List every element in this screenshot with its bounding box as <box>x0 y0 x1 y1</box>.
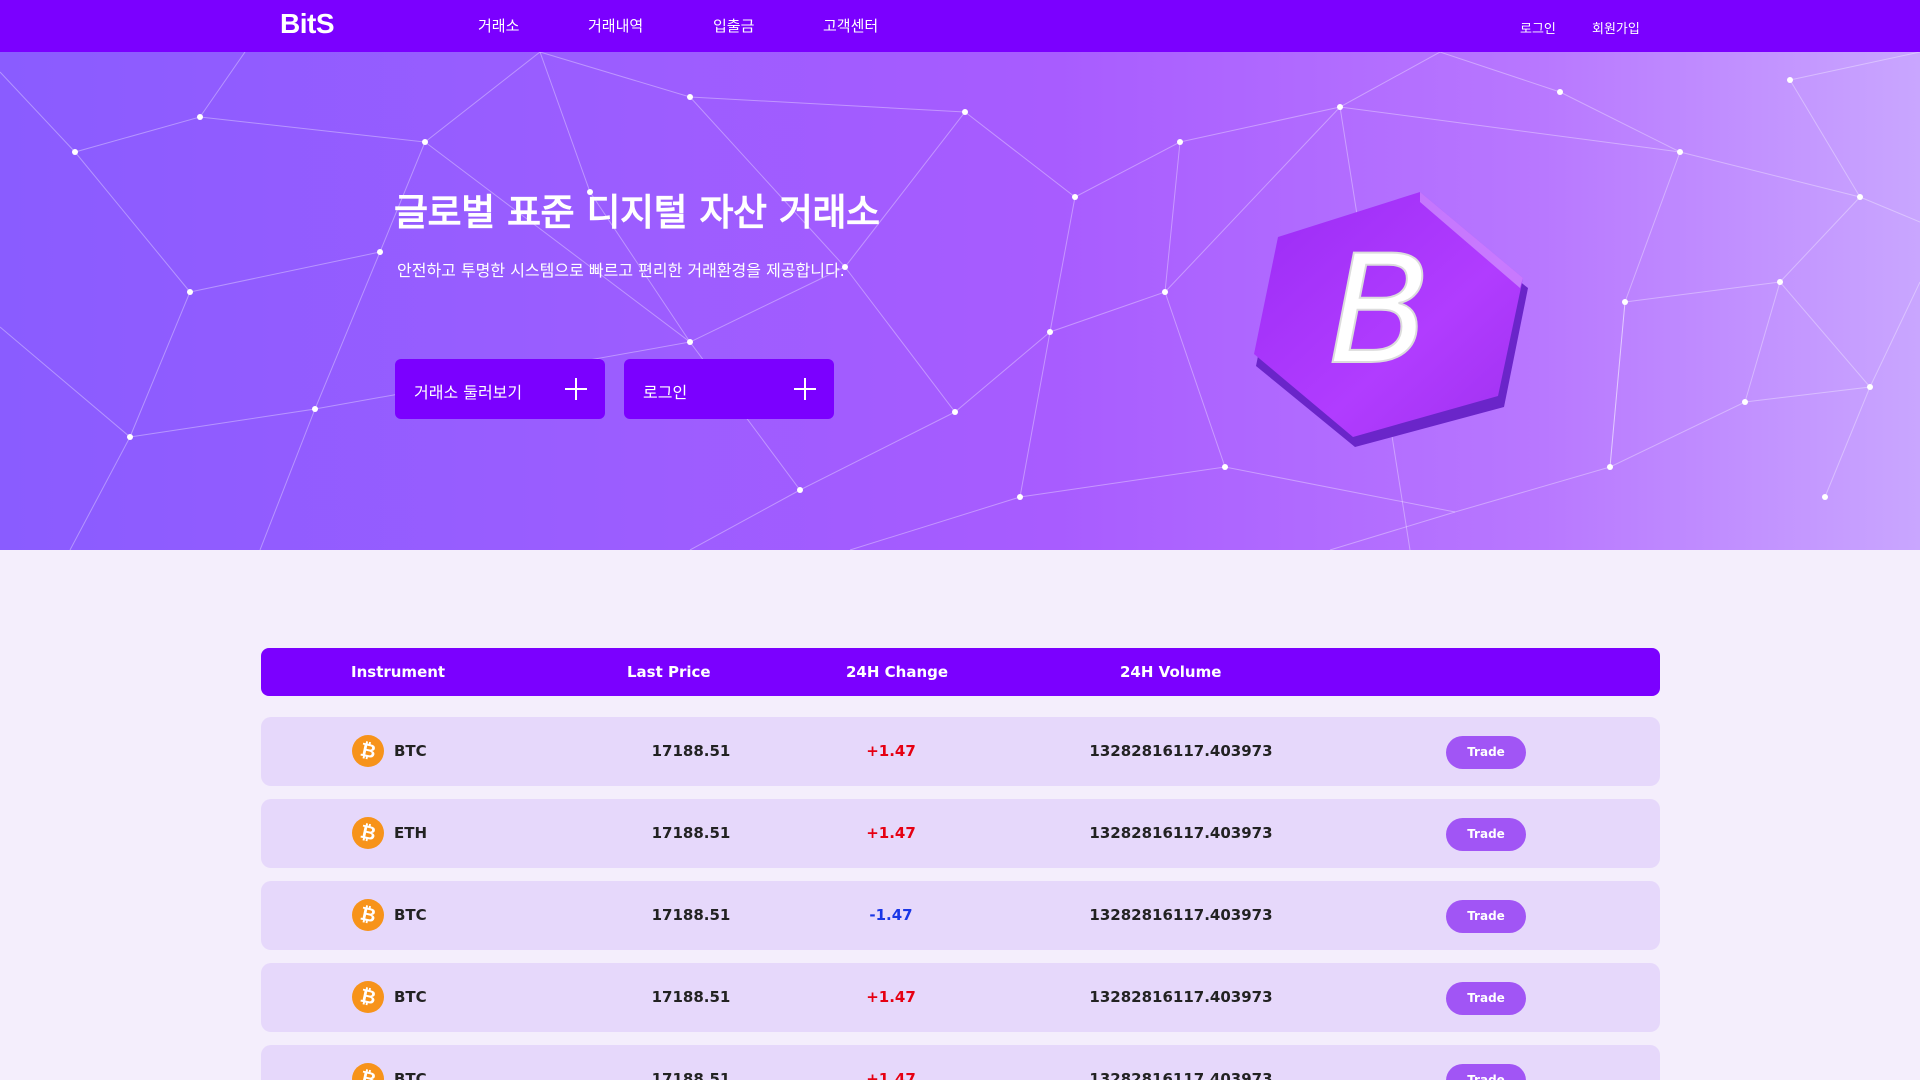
explore-exchange-button[interactable]: 거래소 둘러보기 <box>395 359 605 419</box>
row-price: 17188.51 <box>651 824 731 842</box>
login-link[interactable]: 로그인 <box>1520 18 1556 37</box>
trade-button[interactable]: Trade <box>1446 818 1526 851</box>
row-change: +1.47 <box>866 742 916 760</box>
bits-logo[interactable]: BitS <box>280 8 335 40</box>
badge-letter: B <box>1329 224 1432 398</box>
table-row[interactable]: ₿ BTC 17188.51 +1.47 13282816117.403973 … <box>261 1045 1660 1080</box>
row-price: 17188.51 <box>651 906 731 924</box>
trade-button[interactable]: Trade <box>1446 900 1526 933</box>
plus-icon <box>794 378 816 400</box>
bitcoin-icon: ₿ <box>352 817 384 849</box>
table-row[interactable]: ₿ ETH 17188.51 +1.47 13282816117.403973 … <box>261 799 1660 868</box>
bitcoin-icon: ₿ <box>352 1063 384 1080</box>
hero-subtitle: 안전하고 투명한 시스템으로 빠르고 편리한 거래환경을 제공합니다. <box>397 261 845 280</box>
hero-login-label: 로그인 <box>643 383 688 402</box>
hero-banner: 글로벌 표준 디지털 자산 거래소 안전하고 투명한 시스템으로 빠르고 편리한… <box>0 52 1920 550</box>
top-navbar: BitS 거래소 거래내역 입출금 고객센터 로그인 회원가입 <box>0 0 1920 52</box>
row-symbol: BTC <box>394 1070 427 1080</box>
col-24h-change: 24H Change <box>846 663 949 681</box>
table-row[interactable]: ₿ BTC 17188.51 -1.47 13282816117.403973 … <box>261 881 1660 950</box>
bitcoin-icon: ₿ <box>352 899 384 931</box>
signup-link[interactable]: 회원가입 <box>1592 18 1640 37</box>
nav-support[interactable]: 고객센터 <box>823 15 878 36</box>
table-row[interactable]: ₿ BTC 17188.51 +1.47 13282816117.403973 … <box>261 963 1660 1032</box>
network-background <box>0 52 1920 550</box>
row-price: 17188.51 <box>651 988 731 1006</box>
col-instrument: Instrument <box>351 663 446 681</box>
row-volume: 13282816117.403973 <box>1089 742 1273 760</box>
bitcoin-icon: ₿ <box>352 735 384 767</box>
row-volume: 13282816117.403973 <box>1089 988 1273 1006</box>
row-symbol: ETH <box>394 824 428 842</box>
table-row[interactable]: ₿ BTC 17188.51 +1.47 13282816117.403973 … <box>261 717 1660 786</box>
row-change: +1.47 <box>866 1070 916 1080</box>
row-price: 17188.51 <box>651 1070 731 1080</box>
bitcoin-icon: ₿ <box>352 981 384 1013</box>
hero-title: 글로벌 표준 디지털 자산 거래소 <box>394 191 880 234</box>
explore-exchange-label: 거래소 둘러보기 <box>414 383 523 402</box>
row-symbol: BTC <box>394 742 427 760</box>
nav-deposit-withdraw[interactable]: 입출금 <box>713 15 754 36</box>
col-last-price: Last Price <box>627 663 711 681</box>
nav-history[interactable]: 거래내역 <box>588 15 643 36</box>
row-change: -1.47 <box>869 906 913 924</box>
trade-button[interactable]: Trade <box>1446 736 1526 769</box>
market-table-header: Instrument Last Price 24H Change 24H Vol… <box>261 648 1660 696</box>
row-symbol: BTC <box>394 988 427 1006</box>
row-price: 17188.51 <box>651 742 731 760</box>
row-volume: 13282816117.403973 <box>1089 906 1273 924</box>
plus-icon <box>565 378 587 400</box>
hero-login-button[interactable]: 로그인 <box>624 359 834 419</box>
col-24h-volume: 24H Volume <box>1120 663 1222 681</box>
row-symbol: BTC <box>394 906 427 924</box>
trade-button[interactable]: Trade <box>1446 1064 1526 1080</box>
nav-exchange[interactable]: 거래소 <box>478 15 519 36</box>
row-volume: 13282816117.403973 <box>1089 1070 1273 1080</box>
trade-button[interactable]: Trade <box>1446 982 1526 1015</box>
row-change: +1.47 <box>866 988 916 1006</box>
row-change: +1.47 <box>866 824 916 842</box>
bits-hexagon-logo: B <box>1254 192 1528 447</box>
row-volume: 13282816117.403973 <box>1089 824 1273 842</box>
